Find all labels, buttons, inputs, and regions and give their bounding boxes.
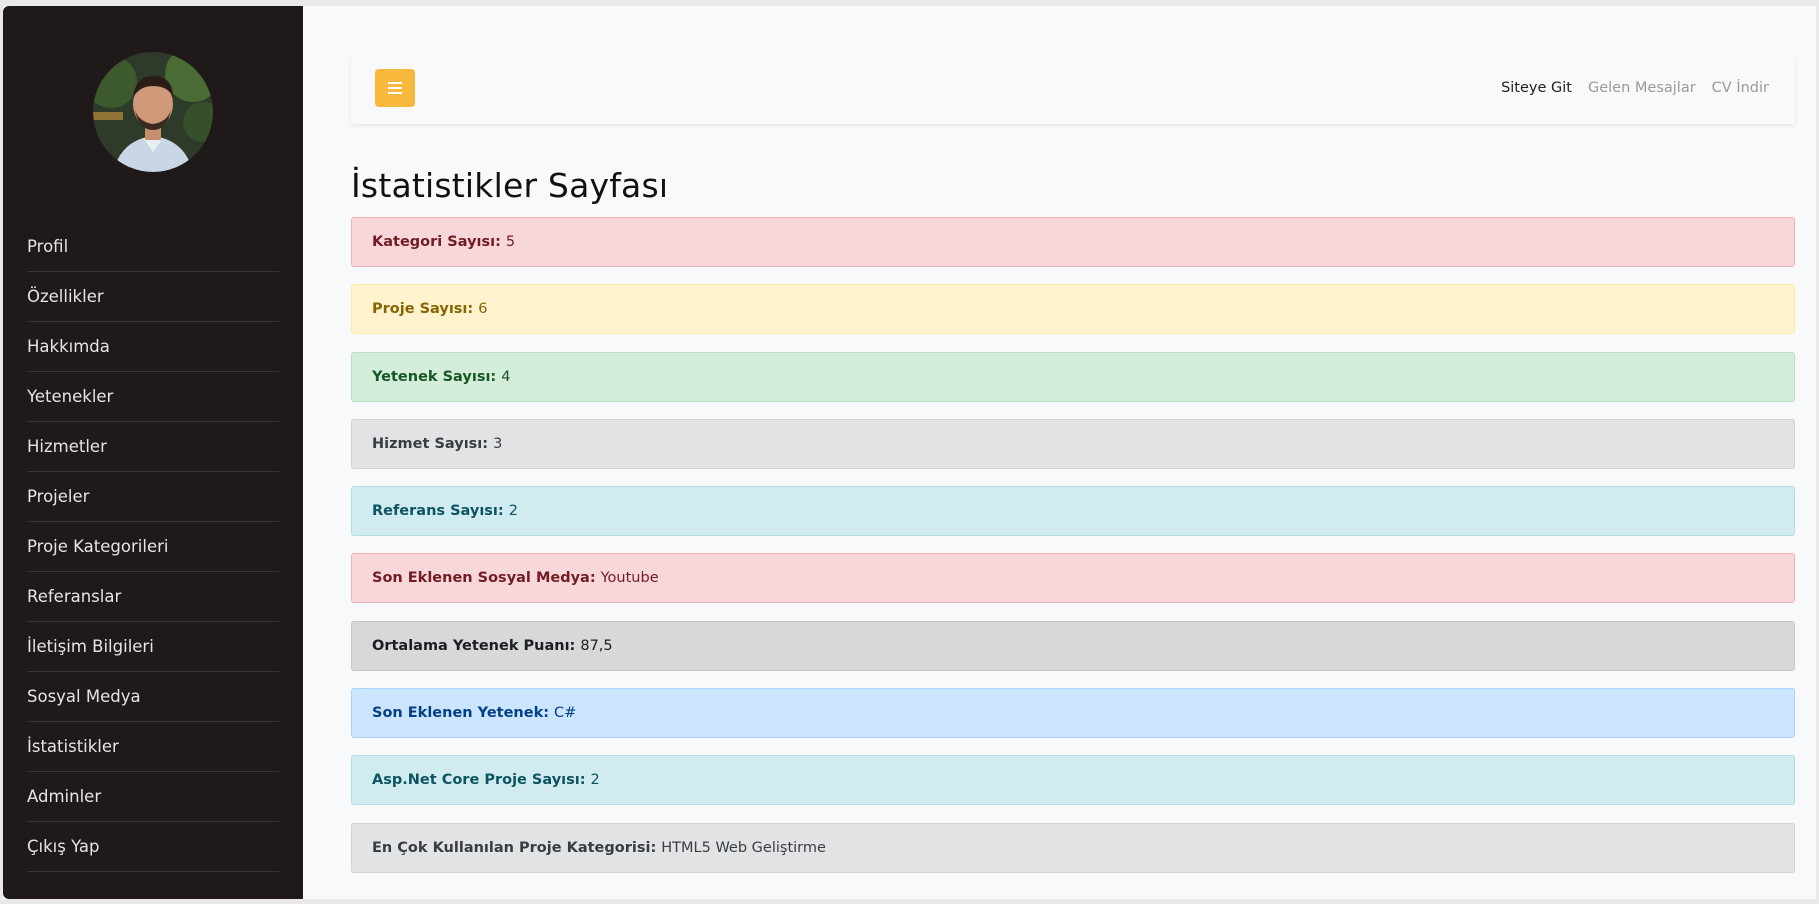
sidebar-item-istatistikler[interactable]: İstatistikler (27, 722, 279, 772)
stat-kategori-sayisi: Kategori Sayısı: 5 (351, 217, 1795, 267)
sidebar-item-profil[interactable]: Profil (27, 222, 279, 272)
sidebar-nav: Profil Özellikler Hakkımda Yetenekler Hi… (3, 222, 303, 872)
stat-hizmet-sayisi: Hizmet Sayısı: 3 (351, 418, 1795, 469)
app-frame: Profil Özellikler Hakkımda Yetenekler Hi… (3, 6, 1816, 899)
sidebar-item-projeler[interactable]: Projeler (27, 472, 279, 522)
sidebar-item-hakkimda[interactable]: Hakkımda (27, 322, 279, 372)
stat-label: Son Eklenen Yetenek: (372, 705, 550, 722)
stat-yetenek-sayisi: Yetenek Sayısı: 4 (351, 351, 1795, 402)
stat-aspnet-proje-sayisi: Asp.Net Core Proje Sayısı: 2 (351, 755, 1795, 806)
sidebar-item-ozellikler[interactable]: Özellikler (27, 272, 279, 322)
stat-en-cok-kategori: En Çok Kullanılan Proje Kategorisi: HTML… (351, 822, 1795, 873)
stat-value: 5 (505, 234, 516, 250)
stat-label: En Çok Kullanılan Proje Kategorisi: (372, 839, 657, 856)
stat-label: Ortalama Yetenek Puanı: (372, 637, 576, 654)
cv-indir-link[interactable]: CV İndir (1712, 80, 1769, 96)
sidebar-item-iletisim-bilgileri[interactable]: İletişim Bilgileri (27, 622, 279, 672)
sidebar-item-referanslar[interactable]: Referanslar (27, 572, 279, 622)
stat-value: 4 (501, 368, 511, 385)
stat-value: 3 (493, 435, 503, 452)
siteye-git-link[interactable]: Siteye Git (1501, 80, 1572, 96)
stat-son-yetenek: Son Eklenen Yetenek: C# (351, 688, 1795, 739)
stat-value: 87,5 (580, 637, 613, 654)
stat-value: 2 (508, 503, 518, 520)
sidebar: Profil Özellikler Hakkımda Yetenekler Hi… (3, 6, 303, 899)
stat-label: Son Eklenen Sosyal Medya: (372, 570, 596, 587)
menu-toggle-button[interactable] (375, 69, 415, 107)
sidebar-item-yetenekler[interactable]: Yetenekler (27, 372, 279, 422)
stat-label: Yetenek Sayısı: (372, 368, 497, 385)
stat-son-sosyal-medya: Son Eklenen Sosyal Medya: Youtube (351, 553, 1795, 604)
stats-list: Kategori Sayısı: 5 Proje Sayısı: 6 Yeten… (351, 217, 1795, 873)
avatar (93, 52, 213, 172)
main-content: Siteye Git Gelen Mesajlar CV İndir İstat… (303, 6, 1816, 899)
stat-value: Youtube (600, 570, 659, 587)
stat-label: Hizmet Sayısı: (372, 435, 489, 452)
hamburger-icon (388, 82, 402, 94)
stat-referans-sayisi: Referans Sayısı: 2 (351, 486, 1795, 537)
stat-ortalama-yetenek-puani: Ortalama Yetenek Puanı: 87,5 (351, 620, 1795, 671)
stat-value: 2 (590, 772, 600, 789)
stat-value: C# (554, 705, 577, 722)
stat-value: HTML5 Web Geliştirme (661, 839, 826, 856)
sidebar-item-sosyal-medya[interactable]: Sosyal Medya (27, 672, 279, 722)
top-navbar: Siteye Git Gelen Mesajlar CV İndir (351, 52, 1795, 124)
stat-proje-sayisi: Proje Sayısı: 6 (351, 284, 1795, 335)
stat-label: Asp.Net Core Proje Sayısı: (372, 772, 586, 789)
stat-label: Kategori Sayısı: (372, 234, 501, 250)
stat-label: Referans Sayısı: (372, 503, 504, 520)
sidebar-item-hizmetler[interactable]: Hizmetler (27, 422, 279, 472)
sidebar-item-adminler[interactable]: Adminler (27, 772, 279, 822)
sidebar-item-cikis-yap[interactable]: Çıkış Yap (27, 822, 279, 872)
page-title: İstatistikler Sayfası (351, 166, 669, 205)
stat-value: 6 (478, 301, 488, 318)
sidebar-item-proje-kategorileri[interactable]: Proje Kategorileri (27, 522, 279, 572)
top-links: Siteye Git Gelen Mesajlar CV İndir (1501, 80, 1769, 96)
stat-label: Proje Sayısı: (372, 301, 474, 318)
gelen-mesajlar-link[interactable]: Gelen Mesajlar (1588, 80, 1696, 96)
